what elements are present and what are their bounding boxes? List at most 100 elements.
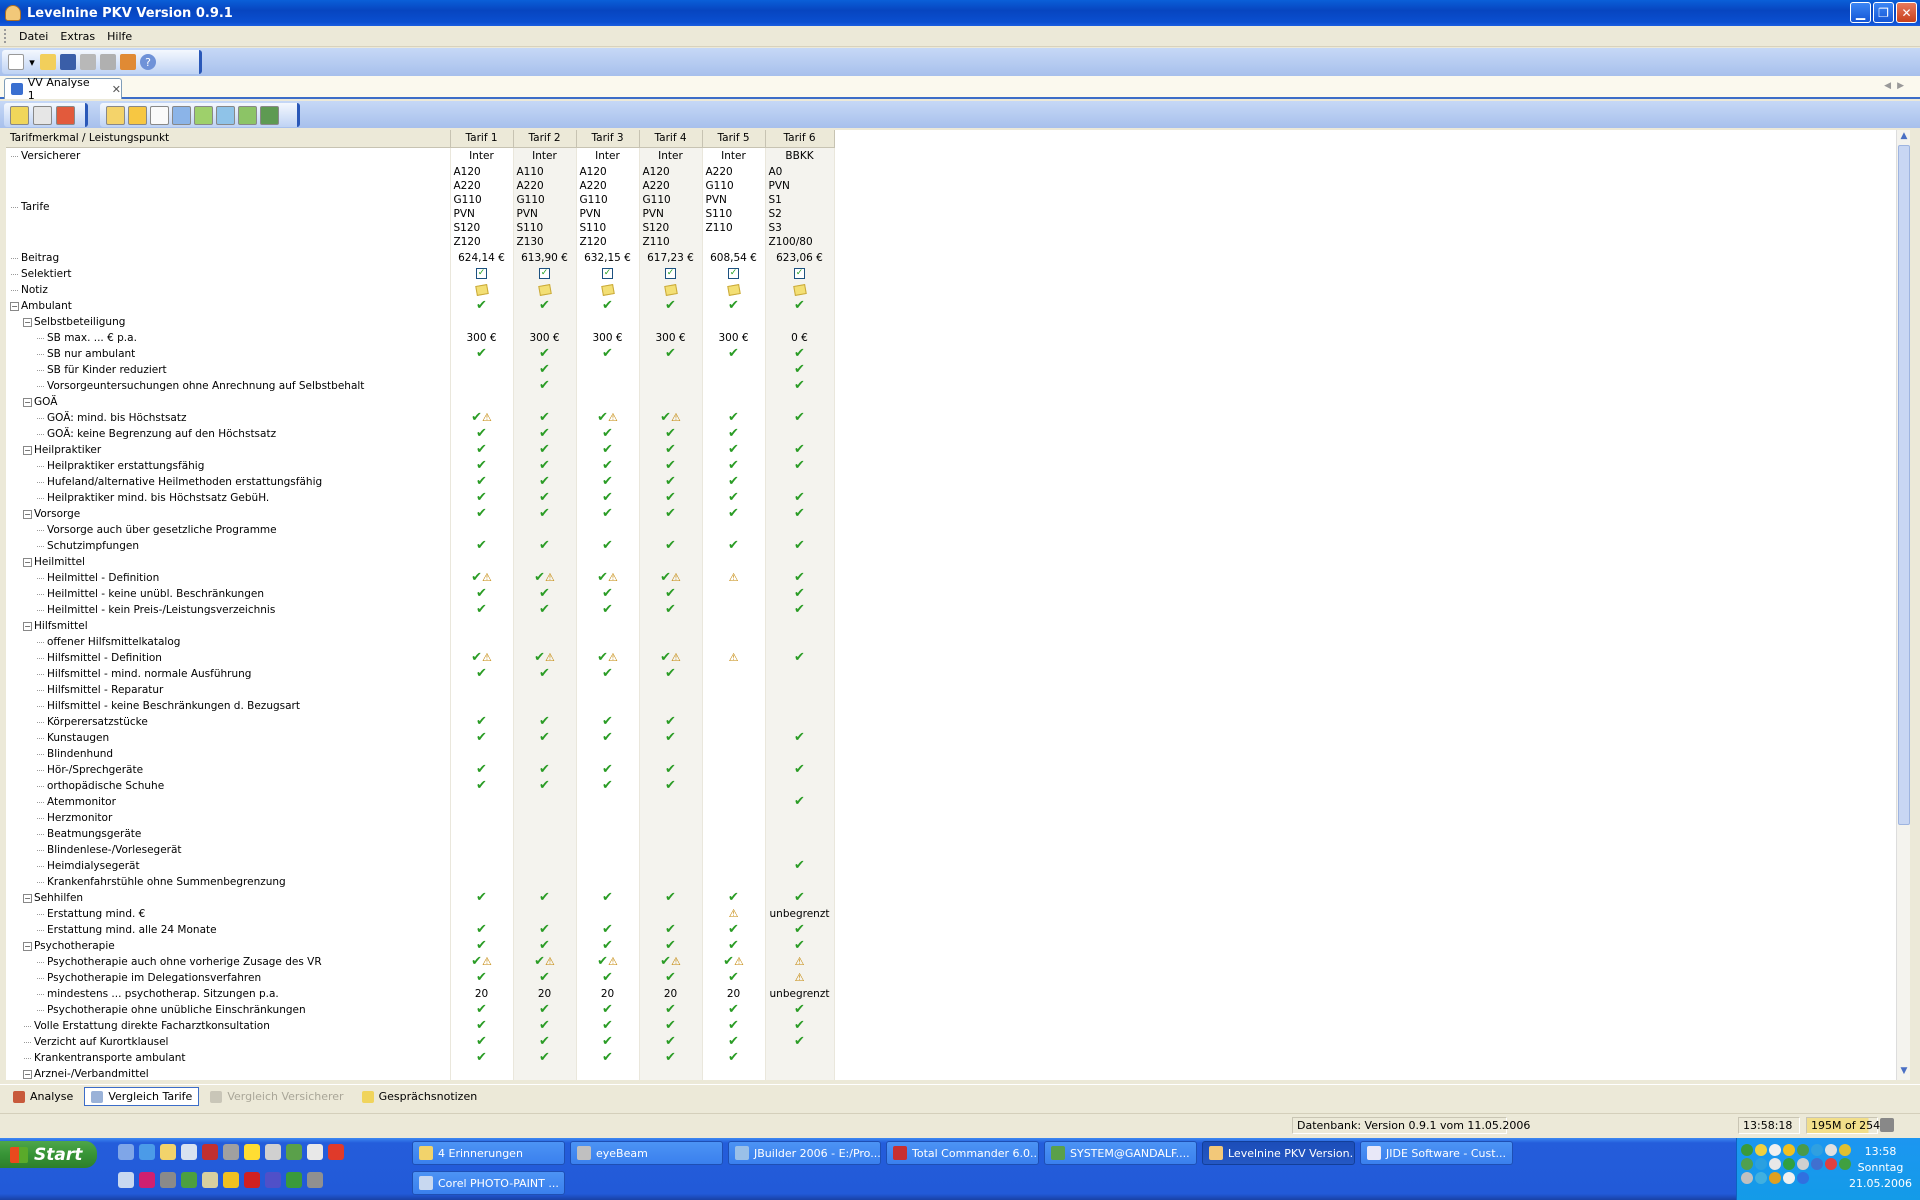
value-cell[interactable]: [702, 793, 766, 810]
table-row[interactable]: Schutzimpfungen ✔ ✔ ✔ ✔ ✔ ✔: [6, 537, 835, 554]
value-cell[interactable]: [450, 793, 514, 810]
value-cell[interactable]: ✔: [450, 921, 514, 938]
feature-label-cell[interactable]: − Sehhilfen: [6, 889, 451, 906]
notes-icon[interactable]: [160, 1144, 176, 1160]
feature-label-cell[interactable]: − Selbstbeteiligung: [6, 313, 451, 330]
value-cell[interactable]: ✔: [576, 777, 640, 794]
value-cell[interactable]: ✔: [765, 729, 835, 746]
value-cell[interactable]: [513, 857, 577, 874]
search-icon[interactable]: [265, 1144, 281, 1160]
tray-app-icon[interactable]: [1741, 1144, 1753, 1156]
value-cell[interactable]: [639, 857, 703, 874]
value-cell[interactable]: [576, 905, 640, 922]
app-icon[interactable]: [181, 1172, 197, 1188]
value-cell[interactable]: [639, 745, 703, 762]
table-row[interactable]: − Arznei-/Verbandmittel: [6, 1065, 835, 1080]
value-cell[interactable]: ✓: [639, 265, 703, 282]
value-cell[interactable]: [639, 617, 703, 634]
table-row[interactable]: Volle Erstattung direkte Facharztkonsult…: [6, 1017, 835, 1034]
value-cell[interactable]: [450, 521, 514, 538]
value-cell[interactable]: ✔: [513, 537, 577, 554]
value-cell[interactable]: ✓: [702, 265, 766, 282]
tray-app-icon[interactable]: [1825, 1144, 1837, 1156]
value-cell[interactable]: [702, 361, 766, 378]
table-row[interactable]: Psychotherapie auch ohne vorherige Zusag…: [6, 953, 835, 970]
table-row[interactable]: Selektiert ✓ ✓ ✓ ✓ ✓ ✓: [6, 265, 835, 282]
value-cell[interactable]: ✔: [450, 505, 514, 522]
value-cell[interactable]: [639, 281, 703, 298]
start-button[interactable]: Start: [0, 1141, 97, 1168]
feature-label-cell[interactable]: Vorsorge auch über gesetzliche Programme: [6, 521, 451, 538]
value-cell[interactable]: ✔: [576, 969, 640, 986]
value-cell[interactable]: ✔: [765, 793, 835, 810]
value-cell[interactable]: [450, 617, 514, 634]
value-cell[interactable]: ✔: [765, 441, 835, 458]
tray-app-icon[interactable]: [1741, 1172, 1753, 1184]
value-cell[interactable]: ✔: [576, 1049, 640, 1066]
tab-vergleich-tarife[interactable]: Vergleich Tarife: [84, 1087, 200, 1106]
value-cell[interactable]: ✔: [576, 1033, 640, 1050]
value-cell[interactable]: ✔: [513, 937, 577, 954]
value-cell[interactable]: ✔: [450, 537, 514, 554]
value-cell[interactable]: [450, 361, 514, 378]
app-icon[interactable]: [265, 1172, 281, 1188]
table-row[interactable]: Notiz: [6, 281, 835, 298]
monitor-icon[interactable]: [181, 1144, 197, 1160]
app-icon[interactable]: [118, 1172, 134, 1188]
value-cell[interactable]: BBKK: [765, 147, 835, 164]
hospital-icon[interactable]: [172, 105, 191, 125]
value-cell[interactable]: [576, 873, 640, 890]
value-cell[interactable]: ✔: [765, 345, 835, 362]
value-cell[interactable]: [639, 553, 703, 570]
value-cell[interactable]: ✔: [639, 537, 703, 554]
value-cell[interactable]: ✔: [765, 409, 835, 426]
value-cell[interactable]: [702, 841, 766, 858]
value-cell[interactable]: [702, 393, 766, 410]
table-row[interactable]: Hilfsmittel - mind. normale Ausführung ✔ ✔…: [6, 665, 835, 682]
table-row[interactable]: Hilfsmittel - Reparatur: [6, 681, 835, 698]
value-cell[interactable]: ✔: [576, 585, 640, 602]
table-row[interactable]: − Heilpraktiker ✔ ✔ ✔ ✔ ✔ ✔: [6, 441, 835, 458]
feature-label-cell[interactable]: GOÄ: keine Begrenzung auf den Höchstsatz: [6, 425, 451, 442]
value-cell[interactable]: unbegrenzt: [765, 905, 835, 922]
feature-label-cell[interactable]: Krankentransporte ambulant: [6, 1049, 451, 1066]
note-icon[interactable]: [600, 283, 615, 296]
value-cell[interactable]: ✔: [702, 505, 766, 522]
table-row[interactable]: − Ambulant ✔ ✔ ✔ ✔ ✔ ✔: [6, 297, 835, 314]
value-cell[interactable]: Inter: [513, 147, 577, 164]
table-row[interactable]: Psychotherapie im Delegationsverfahren ✔ ✔…: [6, 969, 835, 986]
table-row[interactable]: orthopädische Schuhe ✔ ✔ ✔ ✔: [6, 777, 835, 794]
value-cell[interactable]: [513, 521, 577, 538]
feature-label-cell[interactable]: Kunstaugen: [6, 729, 451, 746]
note-icon[interactable]: [474, 283, 489, 296]
app-icon[interactable]: [202, 1172, 218, 1188]
app-icon[interactable]: [286, 1144, 302, 1160]
value-cell[interactable]: 608,54 €: [702, 249, 766, 266]
value-cell[interactable]: ✔: [702, 1033, 766, 1050]
feature-label-cell[interactable]: SB für Kinder reduziert: [6, 361, 451, 378]
value-cell[interactable]: ✔: [450, 1049, 514, 1066]
value-cell[interactable]: ✔: [639, 489, 703, 506]
feature-label-cell[interactable]: Erstattung mind. €: [6, 905, 451, 922]
minimize-button[interactable]: ▁: [1850, 2, 1871, 23]
table-row[interactable]: Erstattung mind. € ⚠ unbegrenzt: [6, 905, 835, 922]
feature-label-cell[interactable]: − Vorsorge: [6, 505, 451, 522]
taskbar-button-eyebeam[interactable]: eyeBeam: [570, 1141, 723, 1165]
value-cell[interactable]: ✔: [513, 1017, 577, 1034]
tray-app-icon[interactable]: [1797, 1172, 1809, 1184]
value-cell[interactable]: ✔⚠: [450, 649, 514, 666]
value-cell[interactable]: ✔: [765, 1001, 835, 1018]
app-icon[interactable]: [202, 1144, 218, 1160]
value-cell[interactable]: ⚠: [702, 569, 766, 586]
value-cell[interactable]: ✔: [576, 601, 640, 618]
value-cell[interactable]: ✔⚠: [450, 569, 514, 586]
feature-label-cell[interactable]: orthopädische Schuhe: [6, 777, 451, 794]
value-cell[interactable]: ✔: [576, 473, 640, 490]
value-cell[interactable]: ✔: [450, 761, 514, 778]
note-icon[interactable]: [663, 283, 678, 296]
value-cell[interactable]: ✔: [513, 473, 577, 490]
value-cell[interactable]: ✔: [702, 1049, 766, 1066]
media-icon[interactable]: [223, 1144, 239, 1160]
value-cell[interactable]: ✔: [450, 889, 514, 906]
value-cell[interactable]: ✔⚠: [513, 649, 577, 666]
